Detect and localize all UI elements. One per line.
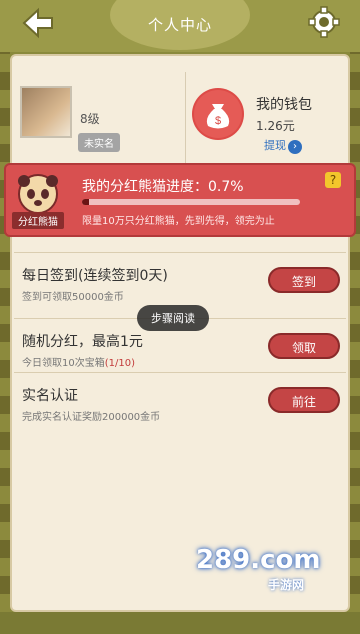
claim-button[interactable]: 领取 xyxy=(268,333,340,359)
task-progress-count: (1/10) xyxy=(104,358,135,369)
withdraw-link[interactable]: 提现 › xyxy=(264,137,302,154)
wallet-amount: 1.26元 xyxy=(256,119,295,133)
top-header: 个人中心 xyxy=(0,0,360,52)
progress-note: 限量10万只分红熊猫，先到先得，领完为止 xyxy=(82,216,275,227)
task-desc: 签到可领取50000金币 xyxy=(22,292,124,303)
svg-text:$: $ xyxy=(215,115,221,127)
user-level: 8级 xyxy=(80,112,100,126)
right-border-decoration xyxy=(350,0,360,634)
watermark-logo: 289.com xyxy=(196,545,321,575)
bottom-border-decoration xyxy=(0,612,360,634)
gear-icon xyxy=(308,6,340,38)
task-desc-text: 今日领取10次宝箱 xyxy=(22,358,105,369)
task-desc: 今日领取10次宝箱(1/10) xyxy=(22,354,135,369)
checkin-button[interactable]: 签到 xyxy=(268,267,340,293)
page-title: 个人中心 xyxy=(147,16,212,34)
chevron-right-icon: › xyxy=(288,140,302,154)
wallet-title[interactable]: 我的钱包 xyxy=(256,94,312,114)
progress-title: 我的分红熊猫进度：0.7% xyxy=(82,179,244,195)
step-reading-tooltip: 步骤阅读 xyxy=(137,305,209,331)
panda-label: 分红熊猫 xyxy=(12,212,64,229)
task-title: 随机分红，最高1元 xyxy=(22,334,143,350)
go-button[interactable]: 前往 xyxy=(268,387,340,413)
left-border-decoration xyxy=(0,0,10,634)
verify-status-badge: 未实名 xyxy=(78,133,120,152)
wallet-button[interactable]: $ xyxy=(192,88,244,140)
profile-divider xyxy=(185,72,186,164)
task-realname: 实名认证 完成实名认证奖励200000金币 前往 xyxy=(14,372,346,430)
task-title: 实名认证 xyxy=(22,388,78,404)
progress-bar xyxy=(82,199,300,205)
watermark-subtitle: 手游网 xyxy=(268,578,305,592)
settings-button[interactable] xyxy=(308,6,340,38)
withdraw-label: 提现 xyxy=(264,139,286,152)
money-bag-icon: $ xyxy=(194,90,242,138)
progress-bar-fill xyxy=(82,199,89,205)
task-checkin: 每日签到(连续签到0天) 签到可领取50000金币 签到 xyxy=(14,252,346,310)
help-icon[interactable]: ? xyxy=(325,172,341,188)
task-desc: 完成实名认证奖励200000金币 xyxy=(22,412,161,423)
task-title: 每日签到(连续签到0天) xyxy=(22,268,168,284)
avatar[interactable] xyxy=(20,86,72,138)
